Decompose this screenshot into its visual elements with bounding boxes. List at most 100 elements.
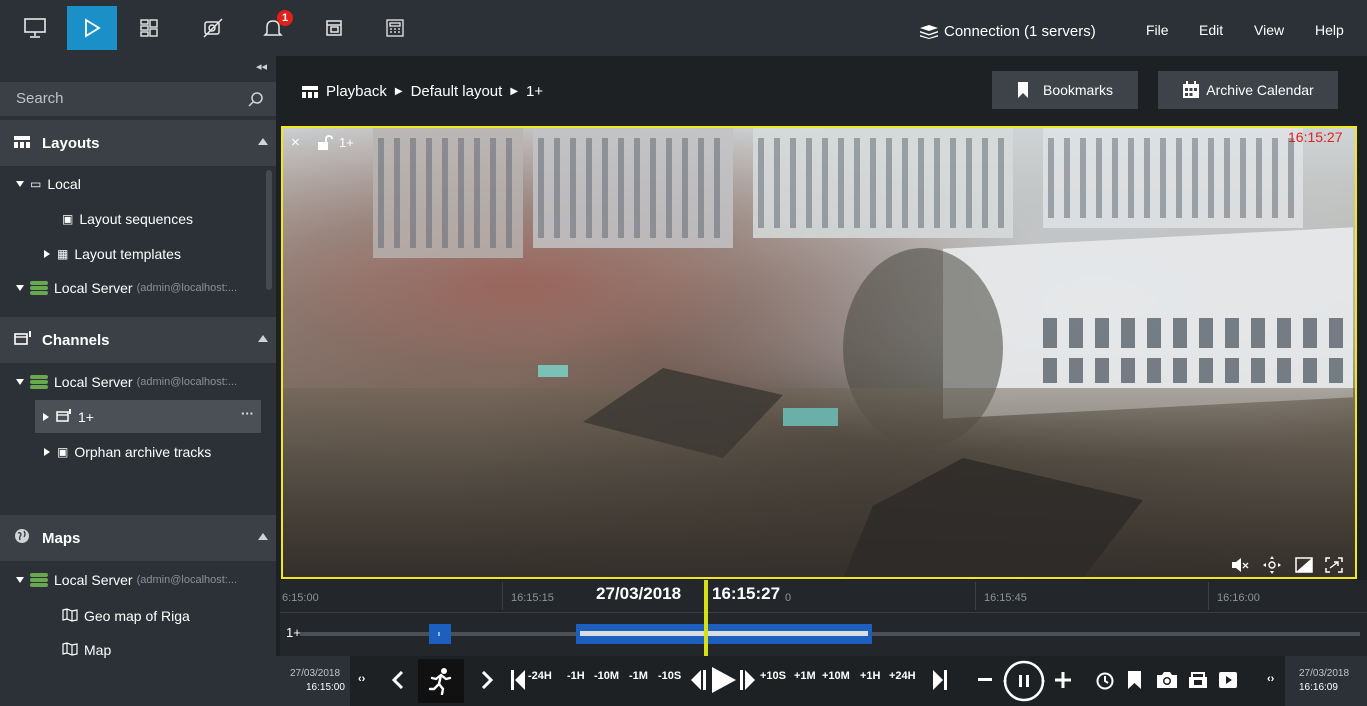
menu-file[interactable]: File bbox=[1146, 22, 1169, 38]
bookmark-add-icon[interactable] bbox=[1128, 671, 1141, 689]
step-fwd-1h-button[interactable]: +1H bbox=[860, 670, 881, 682]
expand-range-icon[interactable]: ‹› bbox=[1267, 673, 1274, 685]
channel-icon bbox=[14, 331, 34, 349]
tree-item-local[interactable]: ▭ Local bbox=[16, 170, 81, 198]
step-back-icon[interactable] bbox=[689, 670, 707, 690]
collapse-arrow-icon[interactable] bbox=[258, 335, 268, 342]
ptz-icon[interactable] bbox=[1263, 556, 1281, 574]
play-icon[interactable] bbox=[67, 6, 117, 50]
video-export-icon[interactable] bbox=[1218, 671, 1238, 689]
timeline-tick: 16:15:15 bbox=[511, 592, 554, 604]
collapse-arrow-icon[interactable] bbox=[258, 138, 268, 145]
server-user: (admin@localhost:... bbox=[136, 574, 238, 586]
step-fwd-10m-button[interactable]: +10M bbox=[822, 670, 850, 682]
collapse-sidebar-icon[interactable]: ◂◂ bbox=[256, 60, 267, 73]
tree-item-geo-map[interactable]: Geo map of Riga bbox=[62, 602, 190, 630]
slow-down-icon[interactable] bbox=[978, 678, 992, 682]
tree-item-layout-sequences[interactable]: ▣ Layout sequences bbox=[62, 205, 193, 233]
connection-menu[interactable]: Connection (1 servers) bbox=[920, 23, 1096, 40]
archive-segment-mark bbox=[438, 632, 440, 636]
top-toolbar: 1 Connection (1 servers) File Edit View … bbox=[0, 0, 1367, 56]
expand-arrow-icon[interactable] bbox=[16, 379, 24, 385]
play-button-icon[interactable] bbox=[712, 667, 736, 693]
image-settings-icon[interactable] bbox=[1295, 557, 1313, 573]
no-camera-icon[interactable] bbox=[188, 6, 238, 50]
fullscreen-icon[interactable] bbox=[1325, 557, 1343, 573]
monitor-icon[interactable] bbox=[10, 6, 60, 50]
tree-item-channels-server[interactable]: Local Server (admin@localhost:... bbox=[16, 368, 237, 396]
layout-grid-icon[interactable] bbox=[124, 6, 174, 50]
maps-title: Maps bbox=[42, 529, 81, 547]
expand-range-icon[interactable]: ‹› bbox=[358, 673, 365, 685]
collapse-arrow-icon[interactable] bbox=[258, 533, 268, 540]
channel-label: 1+ bbox=[339, 135, 354, 150]
next-frame-icon[interactable] bbox=[481, 671, 493, 689]
breadcrumb-layout[interactable]: Default layout bbox=[411, 83, 503, 100]
step-back-24h-button[interactable]: -24H bbox=[528, 670, 552, 682]
menu-help[interactable]: Help bbox=[1315, 22, 1344, 38]
step-back-1m-button[interactable]: -1M bbox=[629, 670, 648, 682]
playhead-cursor[interactable] bbox=[704, 580, 708, 656]
timeline-tick: 6:15:00 bbox=[282, 592, 319, 604]
camera-snapshot-icon[interactable] bbox=[1156, 671, 1178, 689]
keypad-icon[interactable] bbox=[370, 6, 420, 50]
search-field[interactable]: Search bbox=[0, 82, 276, 116]
scrollbar[interactable] bbox=[266, 170, 272, 290]
video-viewport[interactable]: × 1+ 16:15:27 bbox=[281, 126, 1357, 579]
timeline-tick: 0 bbox=[785, 592, 792, 604]
breadcrumb-playback[interactable]: Playback bbox=[326, 83, 387, 100]
previous-frame-icon[interactable] bbox=[392, 671, 404, 689]
breadcrumb-channel[interactable]: 1+ bbox=[526, 83, 543, 100]
windows-icon[interactable] bbox=[309, 6, 359, 50]
close-icon[interactable]: × bbox=[291, 134, 300, 151]
expand-arrow-icon[interactable] bbox=[44, 250, 50, 258]
bookmarks-button[interactable]: Bookmarks bbox=[992, 71, 1138, 109]
clock-icon[interactable] bbox=[1096, 672, 1114, 690]
tree-item-orphan-tracks[interactable]: ▣ Orphan archive tracks bbox=[44, 438, 211, 466]
pause-button[interactable] bbox=[1002, 659, 1046, 703]
skip-to-start-icon[interactable] bbox=[511, 670, 525, 690]
tree-item-channel[interactable]: 1+ bbox=[43, 403, 94, 431]
step-fwd-10s-button[interactable]: +10S bbox=[760, 670, 786, 682]
range-start[interactable]: 27/03/2018 16:15:00 bbox=[276, 656, 350, 706]
speed-up-icon[interactable] bbox=[1055, 672, 1071, 688]
tree-item-layout-templates[interactable]: ▦ Layout templates bbox=[44, 240, 181, 268]
step-fwd-24h-button[interactable]: +24H bbox=[889, 670, 916, 682]
search-icon[interactable] bbox=[248, 91, 264, 107]
channels-section-header[interactable]: Channels bbox=[0, 317, 276, 363]
expand-arrow-icon[interactable] bbox=[16, 285, 24, 291]
tree-item-map[interactable]: Map bbox=[62, 636, 111, 664]
tree-item-channel-selected[interactable]: 1+ ··· bbox=[35, 400, 261, 433]
archive-segment[interactable] bbox=[429, 624, 451, 644]
expand-arrow-icon[interactable] bbox=[44, 448, 50, 456]
expand-arrow-icon[interactable] bbox=[16, 181, 24, 187]
step-back-10s-button[interactable]: -10S bbox=[658, 670, 681, 682]
layouts-section-header[interactable]: Layouts bbox=[0, 120, 276, 166]
menu-view[interactable]: View bbox=[1254, 22, 1284, 38]
expand-arrow-icon[interactable] bbox=[43, 413, 49, 421]
server-user: (admin@localhost:... bbox=[136, 376, 238, 388]
export-archive-icon[interactable] bbox=[1188, 671, 1208, 689]
bell-icon[interactable]: 1 bbox=[248, 6, 298, 50]
sidebar: ◂◂ Search Layouts ▭ Local ▣ Layout seque… bbox=[0, 56, 276, 706]
menu-edit[interactable]: Edit bbox=[1199, 22, 1223, 38]
step-back-1h-button[interactable]: -1H bbox=[567, 670, 585, 682]
timeline[interactable]: 6:15:00 16:15:15 0 16:15:45 16:16:00 27/… bbox=[280, 580, 1367, 656]
mute-icon[interactable] bbox=[1231, 558, 1249, 572]
expand-arrow-icon[interactable] bbox=[16, 577, 24, 583]
step-back-10m-button[interactable]: -10M bbox=[594, 670, 619, 682]
map-icon bbox=[62, 607, 78, 625]
step-fwd-1m-button[interactable]: +1M bbox=[794, 670, 816, 682]
archive-calendar-button[interactable]: Archive Calendar bbox=[1158, 71, 1338, 109]
step-forward-icon[interactable] bbox=[739, 670, 757, 690]
maps-section-header[interactable]: Maps bbox=[0, 515, 276, 561]
tree-item-local-server[interactable]: Local Server (admin@localhost:... bbox=[16, 274, 237, 302]
tree-item-maps-server[interactable]: Local Server (admin@localhost:... bbox=[16, 566, 237, 594]
more-options-icon[interactable]: ··· bbox=[241, 406, 254, 421]
skip-to-end-icon[interactable] bbox=[933, 670, 947, 690]
breadcrumb-separator-icon: ▶ bbox=[510, 86, 519, 97]
range-end[interactable]: 27/03/2018 16:16:09 bbox=[1285, 656, 1367, 706]
unlock-icon[interactable] bbox=[317, 135, 333, 151]
search-input[interactable]: Search bbox=[16, 90, 64, 107]
motion-search-button[interactable] bbox=[418, 659, 464, 703]
